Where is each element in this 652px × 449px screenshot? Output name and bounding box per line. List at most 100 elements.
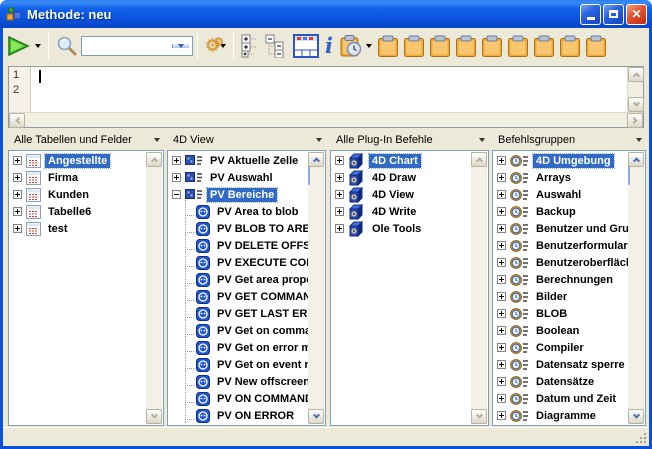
title-bar[interactable]: Methode: neu ✕	[0, 0, 652, 28]
scroll-down-button[interactable]	[628, 409, 644, 424]
search-combobox[interactable]	[81, 36, 193, 56]
scroll-down-button[interactable]	[308, 409, 324, 424]
tree-item[interactable]: Arrays	[494, 169, 628, 186]
panel-vertical-scrollbar[interactable]	[146, 152, 162, 424]
expand-box-icon[interactable]	[13, 156, 22, 165]
table-view-button[interactable]	[290, 31, 322, 61]
expand-box-icon[interactable]	[497, 156, 506, 165]
editor-vertical-scrollbar[interactable]	[627, 67, 643, 112]
expand-box-icon[interactable]	[335, 190, 344, 199]
expand-box-icon[interactable]	[497, 377, 506, 386]
tree-item[interactable]: Benutzeroberfläch	[494, 254, 628, 271]
run-dropdown-caret[interactable]	[35, 44, 41, 48]
expand-box-icon[interactable]	[497, 207, 506, 216]
tree-item[interactable]: Datensätze	[494, 373, 628, 390]
chevron-down-icon[interactable]	[154, 138, 160, 142]
expand-box-icon[interactable]	[497, 190, 506, 199]
tree-item[interactable]: Auswahl	[494, 186, 628, 203]
tree-item[interactable]: Angestellte	[10, 152, 146, 169]
tree-item[interactable]: Benutzerformular	[494, 237, 628, 254]
search-button[interactable]	[53, 31, 81, 61]
tree-item[interactable]: test	[10, 220, 146, 237]
expand-box-icon[interactable]	[497, 309, 506, 318]
search-input[interactable]	[85, 38, 172, 54]
code-text-area[interactable]	[31, 67, 627, 112]
expand-box-icon[interactable]	[497, 224, 506, 233]
clipboard-button-9[interactable]	[583, 31, 609, 61]
expand-box-icon[interactable]	[497, 411, 506, 420]
scrollbar-track[interactable]	[628, 82, 643, 97]
tree-item[interactable]: PV Aktuelle Zelle	[169, 152, 308, 169]
tree-item[interactable]: Firma	[10, 169, 146, 186]
run-method-button[interactable]	[3, 31, 44, 61]
panel-header-tables[interactable]: Alle Tabellen und Felder	[8, 130, 164, 150]
tree-item[interactable]: Kunden	[10, 186, 146, 203]
maximize-button[interactable]	[603, 4, 624, 25]
tree-item[interactable]: 4D Chart	[332, 152, 471, 169]
tree-item[interactable]: Datensatz sperre	[494, 356, 628, 373]
collapse-all-button[interactable]	[262, 31, 290, 61]
scroll-up-button[interactable]	[146, 152, 162, 167]
tree-item[interactable]: Compiler	[494, 339, 628, 356]
scrollbar-track[interactable]	[25, 113, 627, 127]
expand-box-icon[interactable]	[497, 326, 506, 335]
chevron-down-icon[interactable]	[316, 138, 322, 142]
scrollbar-thumb[interactable]	[628, 166, 630, 185]
expand-box-icon[interactable]	[335, 173, 344, 182]
clipboard-dropdown-caret[interactable]	[366, 44, 372, 48]
expand-box-icon[interactable]	[13, 190, 22, 199]
expand-box-icon[interactable]	[497, 258, 506, 267]
tree-item[interactable]: Diagramme	[494, 407, 628, 424]
expand-box-icon[interactable]	[172, 173, 181, 182]
expand-box-icon[interactable]	[497, 292, 506, 301]
scroll-up-button[interactable]	[471, 152, 487, 167]
clipboard-button-6[interactable]	[505, 31, 531, 61]
method-code-editor[interactable]: 1 2	[8, 66, 644, 128]
panel-vertical-scrollbar[interactable]	[471, 152, 487, 424]
tree-item[interactable]: 4D Umgebung	[494, 152, 628, 169]
expand-box-icon[interactable]	[335, 207, 344, 216]
panel-header-4d-view[interactable]: 4D View	[167, 130, 326, 150]
tree-item[interactable]: 4D Write	[332, 203, 471, 220]
expand-box-icon[interactable]	[497, 173, 506, 182]
resize-grip[interactable]	[634, 431, 647, 444]
macros-dropdown-caret[interactable]	[220, 44, 226, 48]
scroll-down-button[interactable]	[471, 409, 487, 424]
tree-item[interactable]: Tabelle6	[10, 203, 146, 220]
scrollbar-track[interactable]	[471, 167, 487, 409]
collapse-box-icon[interactable]	[172, 190, 181, 199]
clipboard-history-button[interactable]	[336, 31, 375, 61]
tree-item[interactable]: 4D Draw	[332, 169, 471, 186]
tree-item[interactable]: Boolean	[494, 322, 628, 339]
scrollbar-track[interactable]	[628, 167, 644, 409]
scroll-up-button[interactable]	[308, 152, 324, 167]
chevron-down-icon[interactable]	[479, 138, 485, 142]
clipboard-button-8[interactable]	[557, 31, 583, 61]
expand-box-icon[interactable]	[13, 173, 22, 182]
tree-item[interactable]: BLOB	[494, 305, 628, 322]
expand-box-icon[interactable]	[497, 275, 506, 284]
scroll-up-button[interactable]	[628, 67, 644, 82]
expand-box-icon[interactable]	[172, 156, 181, 165]
scroll-right-button[interactable]	[627, 113, 643, 128]
clipboard-button-3[interactable]	[427, 31, 453, 61]
editor-horizontal-scrollbar[interactable]	[9, 112, 643, 127]
panel-vertical-scrollbar[interactable]	[628, 152, 644, 424]
tree-item[interactable]: 4D View	[332, 186, 471, 203]
scroll-left-button[interactable]	[9, 113, 25, 128]
scroll-down-button[interactable]	[146, 409, 162, 424]
scrollbar-track[interactable]	[308, 167, 324, 409]
clipboard-button-7[interactable]	[531, 31, 557, 61]
expand-all-button[interactable]	[238, 31, 262, 61]
macros-button[interactable]: ⚙⚙	[202, 31, 229, 61]
tree-item[interactable]: Benutzer und Gru	[494, 220, 628, 237]
scroll-down-button[interactable]	[628, 97, 644, 112]
clipboard-button-4[interactable]	[453, 31, 479, 61]
tree-item[interactable]: PV Auswahl	[169, 169, 308, 186]
tree-item[interactable]: Ole Tools	[332, 220, 471, 237]
close-button[interactable]: ✕	[626, 4, 647, 25]
clipboard-button-2[interactable]	[401, 31, 427, 61]
expand-box-icon[interactable]	[13, 207, 22, 216]
panel-vertical-scrollbar[interactable]	[308, 152, 324, 424]
tree-item[interactable]: Backup	[494, 203, 628, 220]
